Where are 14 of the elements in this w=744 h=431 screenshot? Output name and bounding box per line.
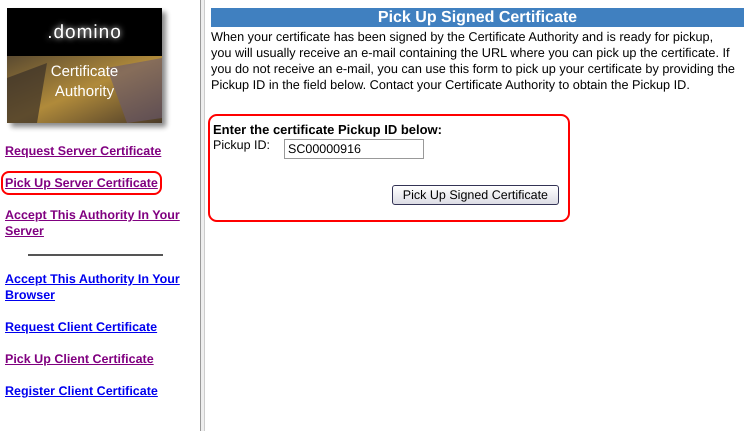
- pickup-button[interactable]: Pick Up Signed Certificate: [392, 185, 559, 205]
- form-heading: Enter the certificate Pickup ID below:: [213, 122, 443, 137]
- page-title: Pick Up Signed Certificate: [211, 8, 744, 27]
- pickup-id-field[interactable]: SC00000916: [284, 139, 424, 159]
- logo-caption: Certificate Authority: [50, 62, 120, 102]
- sidebar-link[interactable]: Pick Up Client Certificate: [5, 351, 193, 367]
- sidebar-link[interactable]: Register Client Certificate: [5, 383, 193, 399]
- sidebar-link[interactable]: Accept This Authority In Your Server: [5, 207, 193, 239]
- intro-text: When your certificate has been signed by the Certificate Authority and is ready for pickup, you will usually receive an e-mail containing the URL where you can pick up the certificate. If you do not receive an e-mail, you can use this form to pick up your certificate by providing the Pickup ID in the field below. Contact your Certificate Authority to obtain the Pickup ID.: [211, 29, 735, 93]
- logo-brand: .domino: [46, 22, 123, 44]
- field-label: Pickup ID:: [213, 137, 271, 153]
- sidebar-link[interactable]: Request Server Certificate: [5, 143, 193, 159]
- sidebar-link[interactable]: Request Client Certificate: [5, 319, 193, 335]
- sidebar-link[interactable]: Accept This Authority In Your Browser: [5, 271, 193, 303]
